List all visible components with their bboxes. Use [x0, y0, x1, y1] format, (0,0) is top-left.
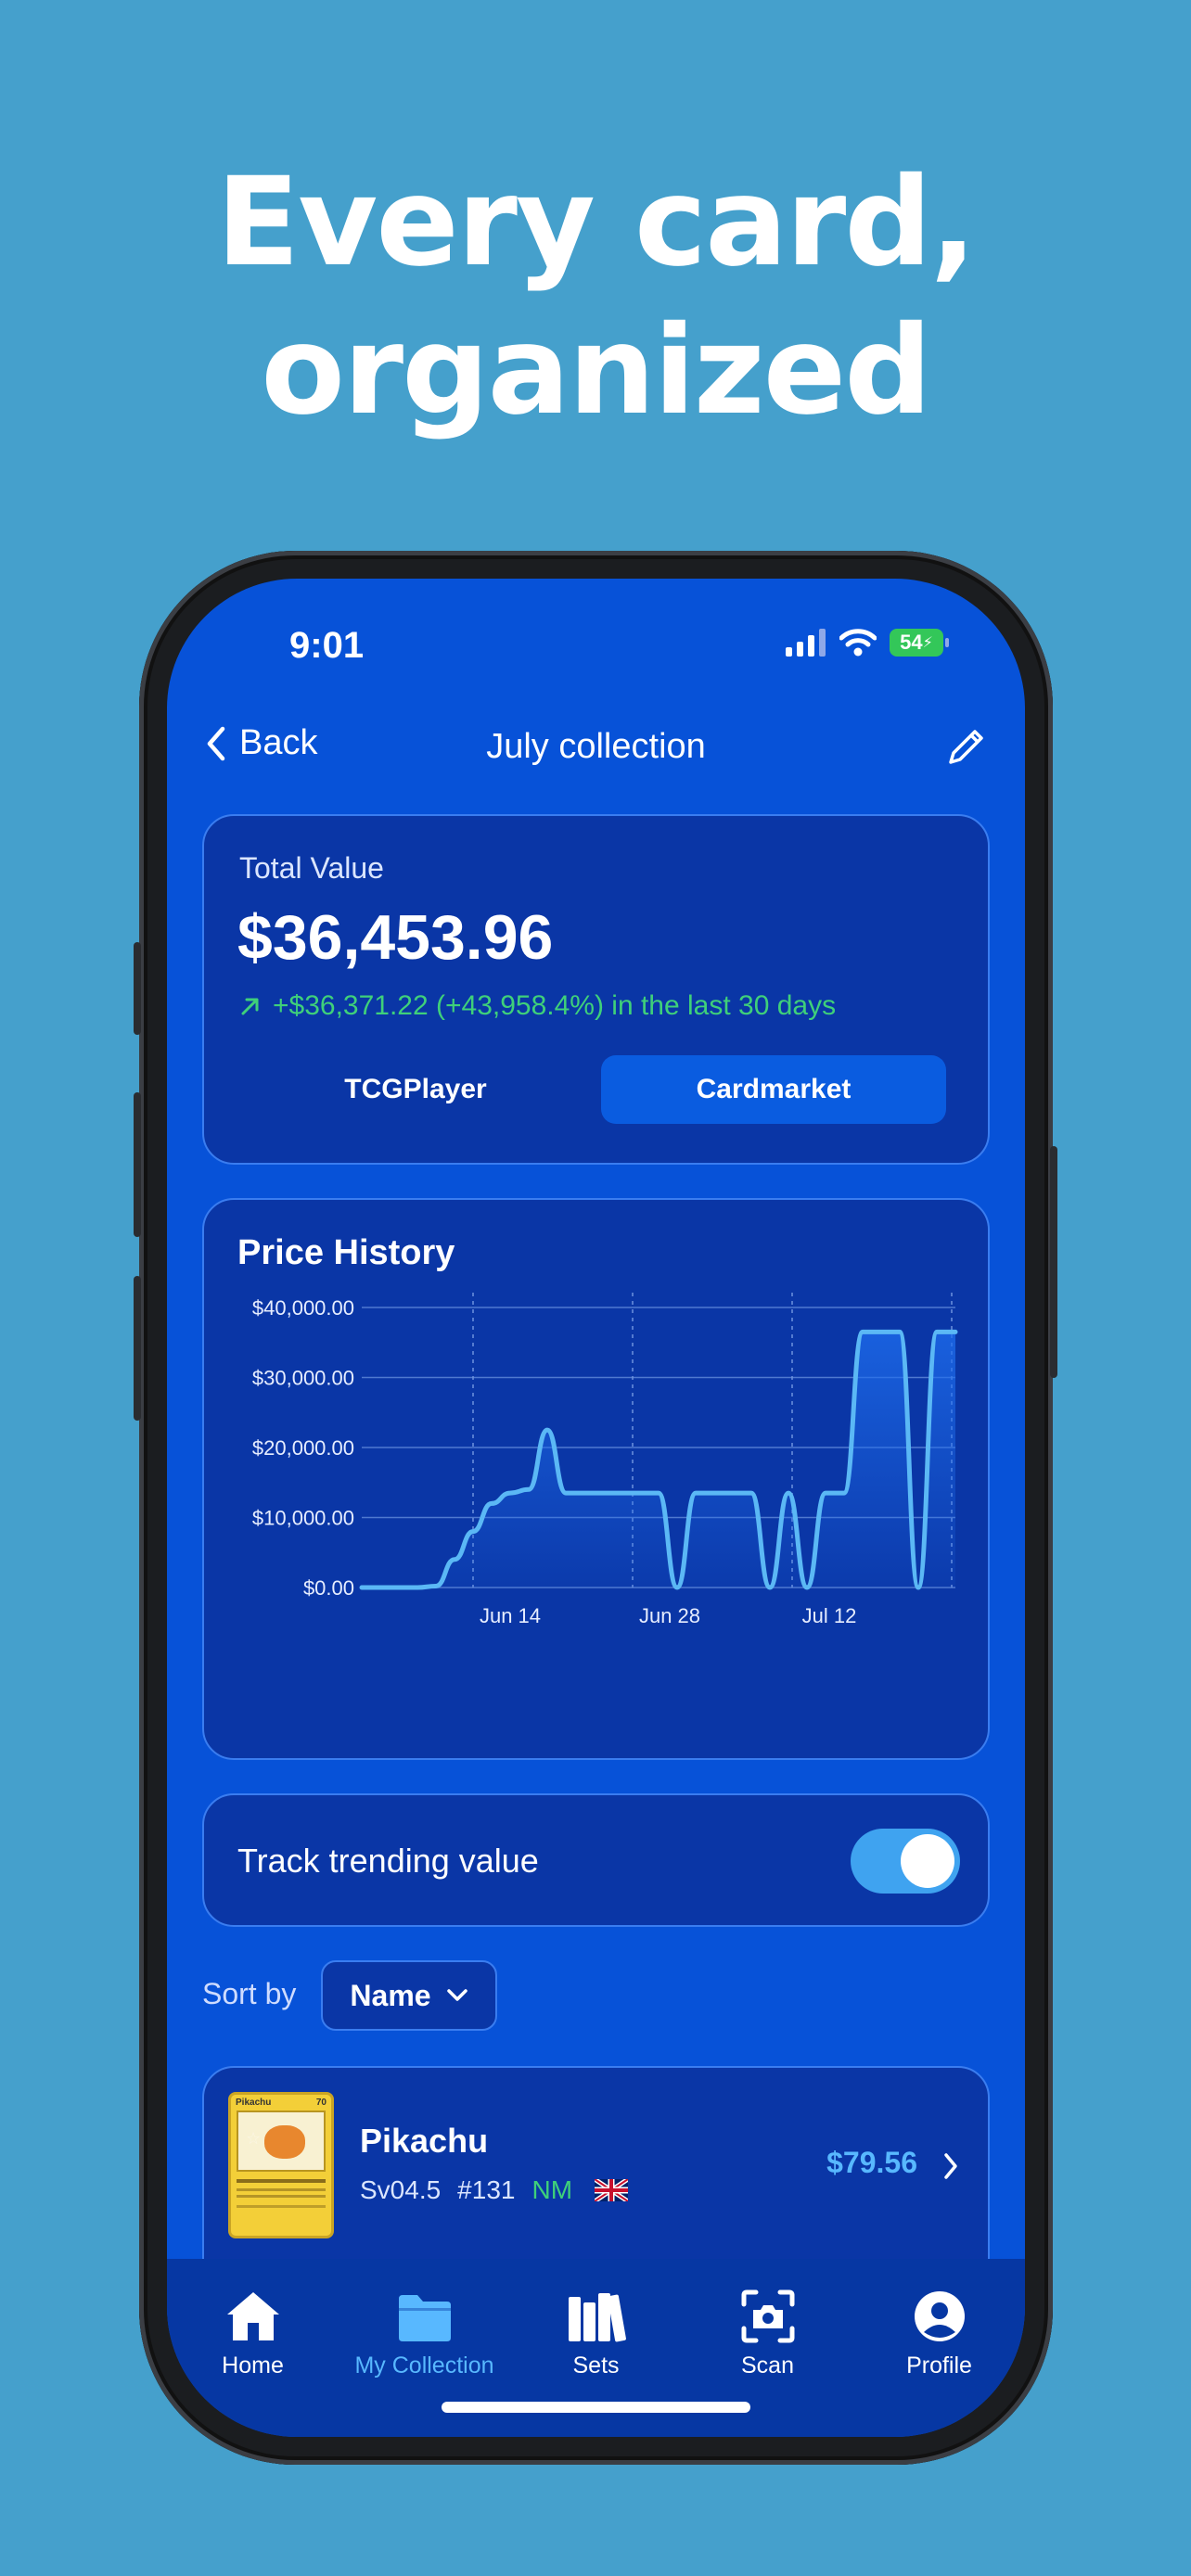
person-icon [914, 2291, 965, 2341]
tab-home[interactable]: Home [167, 2259, 339, 2379]
trending-card: Track trending value [202, 1793, 990, 1927]
thumb-hp: 70 [315, 2098, 327, 2108]
status-time: 9:01 [289, 625, 365, 666]
y-tick-label: $20,000.00 [252, 1436, 354, 1460]
source-cardmarket-button[interactable]: Cardmarket [601, 1055, 946, 1124]
phone-volume-down [134, 1276, 141, 1421]
battery-level: 54 [900, 631, 923, 654]
tab-sets[interactable]: Sets [510, 2259, 682, 2379]
total-value-label: Total Value [239, 851, 384, 885]
tab-my-collection-label: My Collection [354, 2353, 494, 2378]
x-tick-label: Jun 14 [480, 1604, 541, 1627]
tab-my-collection[interactable]: My Collection [339, 2259, 510, 2379]
sort-label: Sort by [202, 1977, 297, 2010]
wifi-icon [839, 629, 877, 657]
page-title: July collection [486, 727, 706, 766]
trending-label: Track trending value [237, 1842, 539, 1880]
price-history-title: Price History [237, 1233, 455, 1272]
x-tick-label: Jun 28 [639, 1604, 700, 1627]
tab-profile[interactable]: Profile [853, 2259, 1025, 2379]
x-tick-label: Jul 12 [802, 1604, 857, 1627]
source-tcgplayer-button[interactable]: TCGPlayer [243, 1055, 588, 1124]
trending-toggle[interactable] [851, 1829, 960, 1894]
tab-scan[interactable]: Scan [682, 2259, 853, 2379]
tab-sets-label: Sets [572, 2353, 620, 2378]
price-history-card: Price History $40,000.00 $30,000.00 $20,00… [202, 1198, 990, 1760]
y-tick-label: $10,000.00 [252, 1507, 354, 1530]
status-icons: 54 ⚡ [786, 629, 949, 657]
change-text: +$36,371.22 (+43,958.4%) in the last 30 … [273, 990, 837, 1021]
total-value-amount: $36,453.96 [237, 902, 554, 973]
headline-line-1: Every card, [216, 151, 977, 294]
signal-icon [786, 629, 826, 657]
total-value-card: Total Value $36,453.96 +$36,371.22 (+43,… [202, 814, 990, 1165]
tab-scan-label: Scan [741, 2353, 794, 2378]
marketing-headline: Every card, organized [0, 148, 1191, 445]
sort-select[interactable]: Name [321, 1960, 497, 2031]
card-price: $79.56 [826, 2146, 917, 2179]
price-history-chart[interactable]: $40,000.00 $30,000.00 $20,000.00 $10,000.00… [204, 1293, 988, 1756]
camera-icon [741, 2289, 794, 2343]
chevron-down-icon [446, 1989, 467, 2001]
card-meta: Sv04.5 #131 NM [360, 2175, 629, 2205]
edit-button[interactable] [945, 727, 986, 772]
card-thumbnail: Pikachu 70 ☆ [228, 2092, 334, 2238]
books-icon [568, 2293, 626, 2342]
headline-line-2: organized [261, 300, 931, 442]
phone-power-button [1050, 1146, 1057, 1378]
card-number: #131 [457, 2175, 516, 2204]
tab-home-label: Home [222, 2353, 284, 2378]
phone-volume-up [134, 1092, 141, 1237]
app-screen: 9:01 54 ⚡ Back July collection Total Valu… [167, 579, 1025, 2437]
sort-value: Name [350, 1978, 431, 2012]
card-set: Sv04.5 [360, 2175, 442, 2204]
pencil-icon [949, 730, 983, 764]
uk-flag-icon [595, 2179, 629, 2201]
y-tick-label: $0.00 [303, 1576, 354, 1600]
house-icon [226, 2292, 279, 2340]
total-value-change: +$36,371.22 (+43,958.4%) in the last 30 … [237, 990, 836, 1022]
card-condition: NM [531, 2175, 573, 2204]
y-tick-label: $30,000.00 [252, 1367, 354, 1390]
thumb-title: Pikachu [236, 2098, 272, 2108]
home-indicator [442, 2402, 750, 2413]
chart-area [362, 1332, 955, 1588]
chevron-right-icon [944, 2153, 957, 2179]
card-name: Pikachu [360, 2122, 489, 2160]
y-tick-label: $40,000.00 [252, 1296, 354, 1320]
tab-profile-label: Profile [906, 2353, 972, 2378]
phone-side-button [134, 942, 141, 1035]
toggle-knob [901, 1834, 954, 1888]
battery-icon: 54 ⚡ [890, 629, 949, 657]
folder-icon [398, 2295, 451, 2341]
arrow-up-right-icon [241, 998, 259, 1015]
